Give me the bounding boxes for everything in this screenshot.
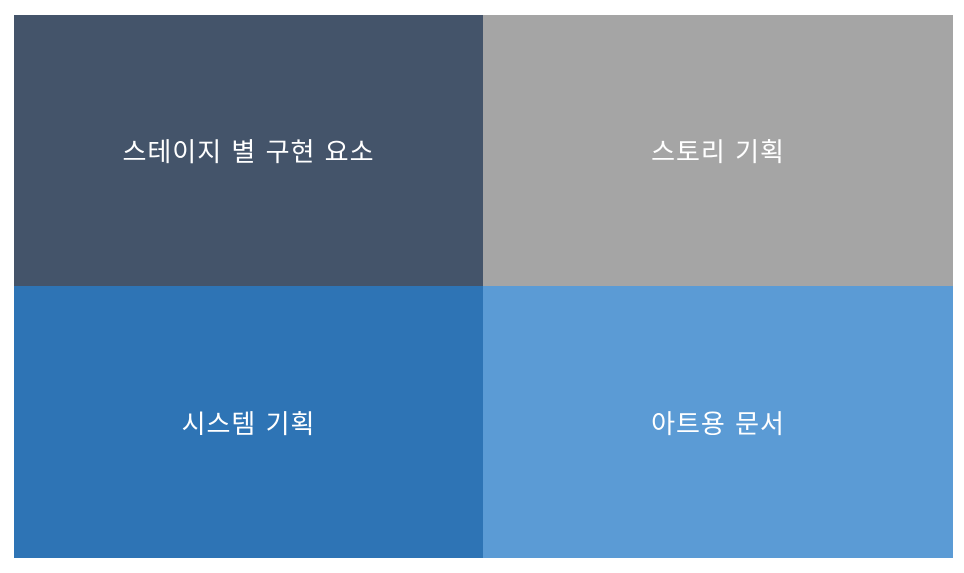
tile-system-planning-label: 시스템 기획 (181, 409, 316, 440)
tile-stage-elements[interactable]: 스테이지 별 구현 요소 (14, 15, 483, 286)
tile-art-documents[interactable]: 아트용 문서 (483, 286, 953, 558)
tile-system-planning[interactable]: 시스템 기획 (14, 286, 483, 558)
tile-art-documents-label: 아트용 문서 (651, 409, 785, 440)
menu-grid: 스테이지 별 구현 요소 스토리 기획 시스템 기획 아트용 문서 (14, 15, 953, 558)
tile-story-planning-label: 스토리 기획 (651, 138, 785, 168)
tile-story-planning[interactable]: 스토리 기획 (483, 15, 953, 286)
tile-stage-elements-label: 스테이지 별 구현 요소 (122, 138, 375, 168)
